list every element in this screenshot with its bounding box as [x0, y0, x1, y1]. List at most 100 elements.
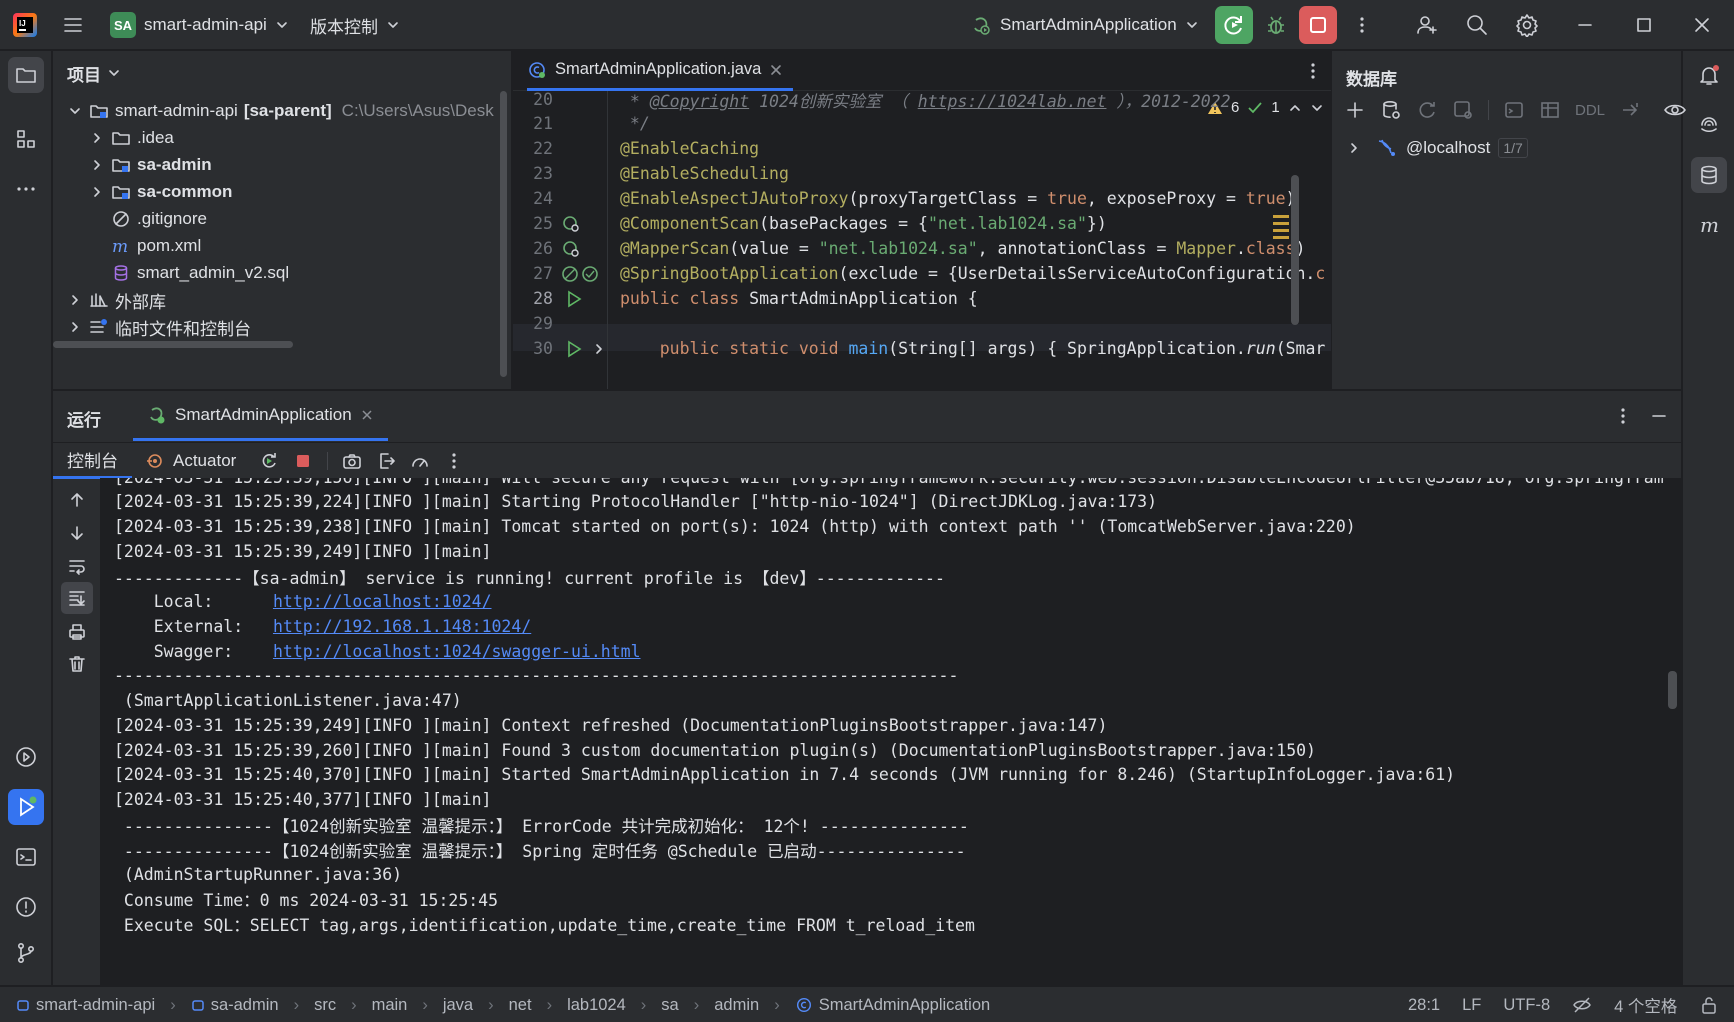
table-icon[interactable] — [1539, 99, 1561, 121]
tree-item-idea[interactable]: .idea — [89, 123, 174, 153]
print-icon[interactable] — [67, 622, 87, 642]
hide-panel-icon[interactable] — [1649, 406, 1669, 426]
services-tool-button[interactable] — [8, 739, 44, 775]
minimize-button[interactable] — [1576, 0, 1594, 50]
terminal-tool-button[interactable] — [8, 839, 44, 875]
git-tool-button[interactable] — [8, 935, 44, 971]
structure-tool-button[interactable] — [8, 121, 44, 157]
problems-tool-button[interactable] — [8, 889, 44, 925]
external-url-link[interactable]: http://192.168.1.148:1024/ — [273, 617, 531, 636]
stop-button[interactable] — [1299, 6, 1337, 44]
tree-item-pom[interactable]: m pom.xml — [111, 231, 201, 261]
spring-boot-gutter-icon[interactable] — [561, 264, 601, 284]
code-area[interactable]: 20 * @Copyright 1024创新实验室 （ https://1024… — [513, 91, 1331, 389]
schema-icon[interactable] — [1452, 99, 1474, 121]
unlock-icon[interactable] — [1699, 995, 1719, 1015]
close-tab-icon[interactable] — [769, 63, 783, 77]
breadcrumb-item[interactable]: admin — [714, 996, 759, 1015]
run-gutter-icon[interactable] — [565, 290, 583, 308]
editor-tabs-menu-icon[interactable] — [1303, 61, 1323, 81]
project-selector[interactable]: SA smart-admin-api — [110, 0, 289, 50]
run-panel-options-icon[interactable] — [1613, 406, 1633, 426]
maven-tool-button[interactable]: m — [1691, 207, 1727, 243]
breadcrumb-item[interactable]: sa-admin — [211, 996, 279, 1015]
actuator-tab[interactable]: Actuator — [145, 443, 236, 479]
run-config-selector[interactable]: SmartAdminApplication — [970, 0, 1199, 50]
soft-wrap-icon[interactable] — [67, 556, 87, 576]
datasource-localhost[interactable]: @localhost 1/7 — [1346, 137, 1528, 159]
breadcrumb-item[interactable]: sa — [661, 996, 678, 1015]
console-tab[interactable]: 控制台 — [53, 443, 132, 479]
tree-item-scratches[interactable]: 临时文件和控制台 — [67, 312, 251, 342]
tree-item-gitignore[interactable]: .gitignore — [111, 204, 207, 234]
local-url-link[interactable]: http://localhost:1024/ — [273, 592, 492, 611]
tree-item-sa-common[interactable]: sa-common — [89, 177, 232, 207]
more-tools-button[interactable] — [8, 171, 44, 207]
database-tool-button[interactable] — [1691, 157, 1727, 193]
close-tab-icon[interactable] — [360, 408, 374, 422]
refresh-icon[interactable] — [1416, 99, 1438, 121]
fold-chevron-icon[interactable] — [593, 343, 605, 355]
indent-setting[interactable]: 4 个空格 — [1614, 993, 1677, 1017]
settings-gear-icon[interactable] — [1515, 0, 1539, 50]
project-tool-button[interactable] — [8, 57, 44, 93]
vertical-scrollbar[interactable] — [500, 91, 507, 377]
project-view-selector[interactable]: 项目 — [67, 59, 121, 87]
camera-icon[interactable] — [342, 451, 362, 471]
editor-tab-active[interactable]: SmartAdminApplication.java — [527, 51, 794, 91]
swagger-url-link[interactable]: http://localhost:1024/swagger-ui.html — [273, 642, 641, 661]
vcs-menu[interactable]: 版本控制 — [310, 0, 400, 50]
rerun-button[interactable] — [1215, 6, 1253, 44]
profiler-gauge-icon[interactable] — [410, 451, 430, 471]
jump-to-source-icon[interactable] — [1619, 99, 1641, 121]
spring-bean-gutter-icon[interactable] — [561, 239, 581, 259]
arrow-up-icon[interactable] — [67, 490, 87, 510]
add-user-icon[interactable] — [1415, 0, 1439, 50]
breadcrumb-item[interactable]: src — [314, 996, 336, 1015]
close-window-button[interactable] — [1693, 0, 1711, 50]
tree-item-sa-admin[interactable]: sa-admin — [89, 150, 212, 180]
notifications-button[interactable] — [1691, 57, 1727, 93]
console-icon[interactable] — [1503, 99, 1525, 121]
breadcrumb-item[interactable]: lab1024 — [567, 996, 626, 1015]
run-tab-active[interactable]: SmartAdminApplication — [133, 391, 388, 441]
main-menu-icon[interactable] — [62, 0, 84, 50]
app-logo-icon[interactable]: IJ — [12, 0, 38, 50]
run-gutter-icon[interactable] — [565, 340, 583, 358]
more-actions-icon[interactable] — [1352, 0, 1372, 50]
debug-button[interactable] — [1257, 6, 1295, 44]
ddl-button[interactable]: DDL — [1575, 102, 1605, 119]
file-encoding[interactable]: UTF-8 — [1503, 996, 1550, 1015]
tree-item-root[interactable]: smart-admin-api [sa-parent] C:\Users\Asu… — [67, 96, 494, 126]
breadcrumb-item[interactable]: net — [509, 996, 532, 1015]
datasource-properties-icon[interactable] — [1380, 99, 1402, 121]
no-power-save-icon[interactable] — [1572, 995, 1592, 1015]
arrow-down-icon[interactable] — [67, 523, 87, 543]
caret-position[interactable]: 28:1 — [1408, 996, 1440, 1015]
breadcrumb-item[interactable]: smart-admin-api — [36, 996, 155, 1015]
add-icon[interactable] — [1344, 99, 1366, 121]
line-separator[interactable]: LF — [1462, 996, 1481, 1015]
exit-icon[interactable] — [376, 451, 396, 471]
search-icon[interactable] — [1465, 0, 1489, 50]
breadcrumb-item[interactable]: java — [443, 996, 473, 1015]
stop-icon[interactable] — [293, 451, 313, 471]
console-output[interactable]: [2024-03-31 15:25:39,156][INFO ][main] W… — [100, 478, 1681, 985]
trash-icon[interactable] — [67, 654, 87, 674]
scroll-to-end-button[interactable] — [61, 582, 93, 614]
breadcrumb-item[interactable]: main — [372, 996, 408, 1015]
run-tool-button[interactable] — [8, 789, 44, 825]
spring-bean-gutter-icon[interactable] — [561, 214, 581, 234]
breadcrumb-item[interactable]: SmartAdminApplication — [819, 996, 991, 1015]
more-actions-icon[interactable] — [444, 451, 464, 471]
console-scrollbar[interactable] — [1668, 671, 1677, 709]
svg-text:m: m — [112, 237, 128, 256]
rerun-icon[interactable] — [259, 451, 279, 471]
maximize-button[interactable] — [1635, 0, 1653, 50]
horizontal-scrollbar[interactable] — [53, 341, 293, 348]
tree-item-external-libs[interactable]: 外部库 — [67, 285, 166, 315]
tree-item-sql[interactable]: smart_admin_v2.sql — [111, 258, 289, 288]
editor-scrollbar[interactable] — [1291, 175, 1299, 325]
ai-assistant-button[interactable] — [1691, 107, 1727, 143]
view-options-icon[interactable] — [1663, 99, 1687, 121]
